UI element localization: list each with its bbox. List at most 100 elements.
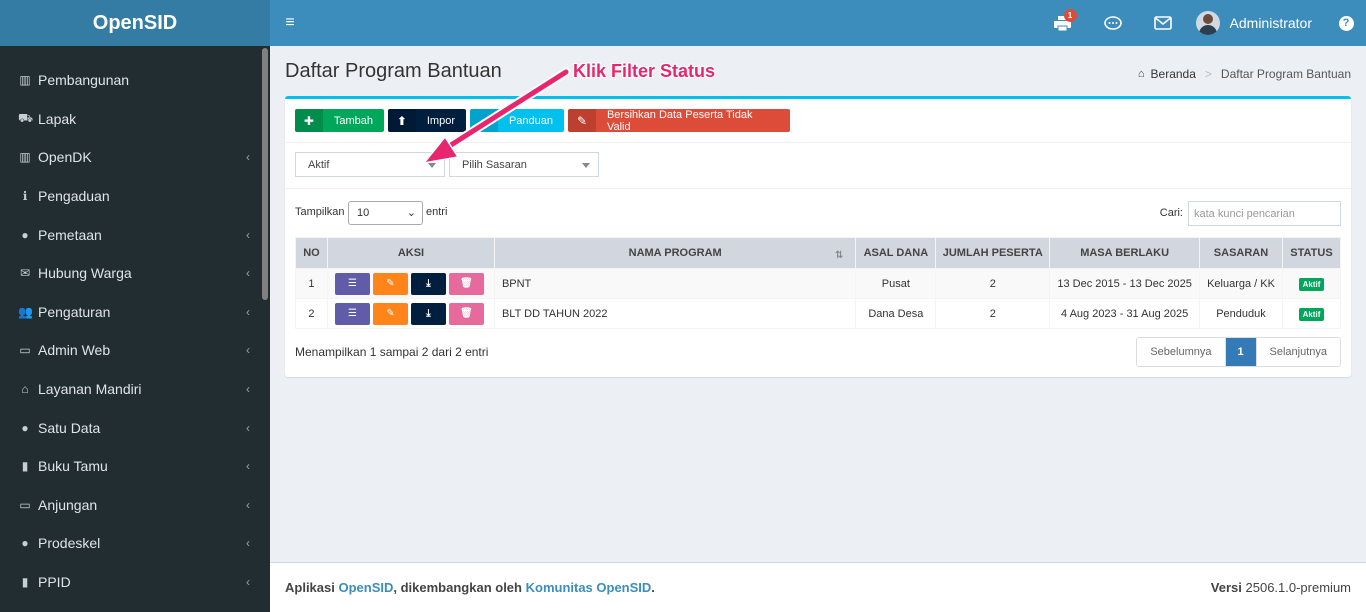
cell-status: Aktif: [1281, 268, 1342, 299]
column-header-aksi[interactable]: AKSI: [326, 237, 495, 269]
filter-divider: [285, 188, 1351, 189]
next-page-button[interactable]: Selanjutnya: [1256, 338, 1340, 366]
search-label: Cari:: [1159, 207, 1183, 219]
cell-masa: 4 Aug 2023 - 31 Aug 2025: [1049, 298, 1201, 329]
column-header-nama-program[interactable]: NAMA PROGRAM ⇅: [493, 237, 857, 269]
program-table: NO AKSI NAMA PROGRAM ⇅ ASAL DANA JUMLAH PESER…: [295, 237, 1342, 329]
sidebar-toggle-icon[interactable]: ≡: [270, 0, 310, 46]
mail-button[interactable]: [1138, 0, 1188, 46]
table-body: 1 ☰ ✎ ⤓ 🗑 BPNT Pusat 2 13 Dec 2015 - 13 Dec 2025…: [295, 268, 1342, 329]
tambah-label: Tambah: [333, 114, 373, 127]
footer: Aplikasi OpenSID, dikembangkan oleh Komu…: [270, 562, 1366, 612]
sidebar-item-buku-tamu[interactable]: ▮ Buku Tamu ‹: [0, 447, 270, 486]
sidebar-item-satu-data[interactable]: ● Satu Data ‹: [0, 408, 270, 447]
help-button[interactable]: ?: [1326, 15, 1366, 31]
column-header-sasaran[interactable]: SASARAN: [1199, 237, 1283, 269]
status-filter-value: Aktif: [308, 158, 330, 171]
column-header-label: JUMLAH PESERTA: [942, 247, 1043, 259]
status-filter-select[interactable]: Aktif: [295, 152, 445, 177]
column-header-label: AKSI: [397, 247, 425, 259]
cart-icon: ⛟: [18, 110, 34, 125]
list-icon: ☰: [347, 308, 357, 319]
footer-period: .: [651, 580, 655, 595]
user-menu[interactable]: Administrator: [1188, 0, 1326, 46]
sidebar-item-pemetaan[interactable]: ● Pemetaan ‹: [0, 215, 270, 254]
sidebar-item-hubung-warga[interactable]: ✉ Hubung Warga ‹: [0, 254, 270, 293]
sidebar-item-label: Layanan Mandiri: [38, 381, 142, 398]
tambah-button[interactable]: ✚ Tambah: [295, 109, 384, 132]
inbox-icon: ⌂: [21, 382, 29, 397]
rincian-button[interactable]: ☰: [334, 302, 370, 325]
sidebar-item-opendk[interactable]: ▥ OpenDK ‹: [0, 138, 270, 177]
avatar: [1195, 11, 1220, 35]
sasaran-filter-select[interactable]: Pilih Sasaran: [449, 152, 599, 177]
column-header-status[interactable]: STATUS: [1281, 237, 1342, 269]
length-suffix: entri: [426, 206, 448, 218]
notification-badge: 1: [1063, 9, 1077, 22]
plus-icon: ✚: [295, 109, 323, 132]
sidebar-item-anjungan[interactable]: ▭ Anjungan ‹: [0, 486, 270, 525]
sidebar-item-label: Pengaduan: [38, 188, 110, 205]
sidebar-scrollbar[interactable]: [262, 48, 268, 300]
opensid-link[interactable]: OpenSID: [338, 580, 393, 595]
breadcrumb-home-link[interactable]: Beranda: [1151, 67, 1196, 81]
column-header-masa-berlaku[interactable]: MASA BERLAKU: [1049, 237, 1201, 269]
search-input[interactable]: kata kunci pencarian: [1188, 201, 1341, 226]
sidebar-item-layanan-mandiri[interactable]: ⌂ Layanan Mandiri ‹: [0, 370, 270, 409]
sidebar-item-label: OpenDK: [38, 149, 92, 166]
prev-page-button[interactable]: Sebelumnya: [1137, 338, 1226, 366]
print-notification-button[interactable]: 1: [1038, 0, 1088, 46]
rincian-button[interactable]: ☰: [334, 272, 370, 295]
users-icon: 👥: [18, 304, 33, 319]
sidebar-item-pengaduan[interactable]: ℹ Pengaduan: [0, 177, 270, 216]
chevron-left-icon: ‹: [246, 304, 250, 319]
sort-icon[interactable]: ⇅: [835, 250, 843, 261]
page-1-button[interactable]: 1: [1225, 338, 1257, 366]
bersihkan-button[interactable]: ✎ Bersihkan Data Peserta Tidak Valid: [568, 109, 790, 132]
sidebar-item-pembangunan[interactable]: ▥ Pembangunan: [0, 61, 270, 100]
chevron-left-icon: ‹: [246, 150, 250, 165]
navbar-right: 1 Administrator ?: [1038, 0, 1366, 46]
panduan-button[interactable]: ● Panduan: [470, 109, 564, 132]
bank-icon: ▥: [19, 150, 31, 165]
sidebar-item-ppid[interactable]: ▮ PPID ‹: [0, 563, 270, 602]
sidebar-item-label: Pembangunan: [38, 72, 130, 89]
pagination: Sebelumnya 1 Selanjutnya: [1136, 337, 1341, 367]
chevron-left-icon: ‹: [246, 575, 250, 590]
download-button[interactable]: ⤓: [410, 302, 446, 325]
column-header-jumlah-peserta[interactable]: JUMLAH PESERTA: [935, 237, 1051, 269]
sidebar: ▥ Pembangunan ⛟ Lapak ▥ OpenDK ‹ ℹ Pengaduan ● Pem…: [0, 46, 270, 612]
page-title: Daftar Program Bantuan: [285, 60, 502, 82]
download-icon: ⤓: [426, 308, 431, 319]
chevron-left-icon: ‹: [246, 536, 250, 551]
delete-button[interactable]: 🗑: [448, 272, 484, 295]
messages-button[interactable]: [1088, 0, 1138, 46]
sidebar-item-pengaturan[interactable]: 👥 Pengaturan ‹: [0, 293, 270, 332]
edit-button[interactable]: ✎: [372, 302, 408, 325]
table-info: Menampilkan 1 sampai 2 dari 2 entri: [295, 345, 489, 359]
sidebar-item-prodeskel[interactable]: ● Prodeskel ‹: [0, 524, 270, 563]
footer-middle: , dikembangkan oleh: [393, 580, 522, 595]
community-link[interactable]: Komunitas OpenSID: [526, 580, 652, 595]
sidebar-item-admin-web[interactable]: ▭ Admin Web ‹: [0, 331, 270, 370]
impor-button[interactable]: ⬆ Impor: [388, 109, 466, 132]
sidebar-item-lapak[interactable]: ⛟ Lapak: [0, 100, 270, 139]
cell-aksi: ☰ ✎ ⤓ 🗑: [326, 298, 495, 329]
cell-jumlah: 2: [935, 268, 1051, 299]
edit-button[interactable]: ✎: [372, 272, 408, 295]
download-button[interactable]: ⤓: [410, 272, 446, 295]
impor-label: Impor: [426, 114, 455, 127]
book-icon: ▮: [21, 575, 29, 590]
column-header-label: STATUS: [1290, 247, 1333, 259]
column-header-label: MASA BERLAKU: [1080, 247, 1170, 259]
top-navbar: ≡ 1 Administrator ?: [270, 0, 1366, 46]
length-select[interactable]: 10 ⌄: [348, 201, 423, 225]
chevron-left-icon: ‹: [246, 382, 250, 397]
upload-icon: ⬆: [388, 109, 416, 132]
caret-down-icon: [582, 163, 590, 168]
column-header-no[interactable]: NO: [295, 237, 328, 269]
delete-button[interactable]: 🗑: [448, 302, 484, 325]
app-logo[interactable]: OpenSID: [0, 0, 270, 46]
user-name: Administrator: [1229, 15, 1312, 31]
column-header-asal-dana[interactable]: ASAL DANA: [855, 237, 937, 269]
